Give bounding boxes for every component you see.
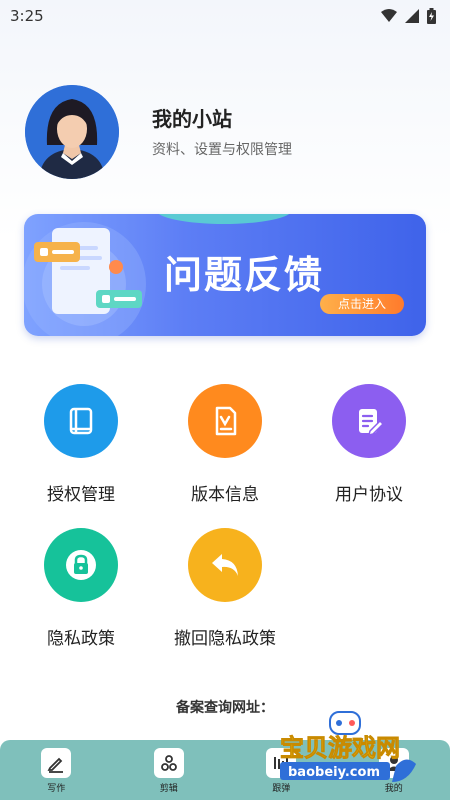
status-time: 3:25 xyxy=(10,7,44,25)
banner-title: 问题反馈 xyxy=(164,253,325,297)
bottom-tab-bar: 写作 剪辑 跟弹 我的 xyxy=(0,740,450,800)
music-icon xyxy=(266,748,297,778)
menu-label-revoke-privacy: 撤回隐私政策 xyxy=(174,629,276,649)
profile-section[interactable]: 我的小站 资料、设置与权限管理 xyxy=(25,85,425,180)
menu-item-revoke-privacy[interactable]: 撤回隐私政策 xyxy=(165,528,285,649)
feedback-banner[interactable]: 问题反馈 点击进入 xyxy=(24,214,426,336)
enter-button[interactable]: 点击进入 xyxy=(320,294,404,314)
tab-play[interactable]: 跟弹 xyxy=(251,746,311,794)
tab-edit[interactable]: 剪辑 xyxy=(139,746,199,794)
tab-write[interactable]: 写作 xyxy=(26,746,86,794)
avatar[interactable] xyxy=(25,85,119,179)
tab-label-write: 写作 xyxy=(47,784,66,794)
tab-label-play: 跟弹 xyxy=(272,784,291,794)
menu-label-privacy: 隐私政策 xyxy=(47,629,115,649)
menu-label-agreement: 用户协议 xyxy=(335,485,403,505)
tab-mine[interactable]: 我的 xyxy=(364,746,424,794)
edit-document-icon xyxy=(332,384,406,458)
signal-icon xyxy=(405,9,419,23)
menu-item-agreement[interactable]: 用户协议 xyxy=(309,384,429,505)
wifi-icon xyxy=(381,9,397,22)
avatar-image xyxy=(25,85,119,179)
undo-icon xyxy=(188,528,262,602)
menu-item-authorization[interactable]: 授权管理 xyxy=(21,384,141,505)
document-check-icon xyxy=(188,384,262,458)
user-icon xyxy=(378,748,409,778)
profile-subtitle: 资料、设置与权限管理 xyxy=(152,142,292,158)
menu-item-version[interactable]: 版本信息 xyxy=(165,384,285,505)
tab-label-edit: 剪辑 xyxy=(159,784,178,794)
menu-item-privacy[interactable]: 隐私政策 xyxy=(21,528,141,649)
battery-icon xyxy=(427,8,436,24)
status-icons xyxy=(381,8,436,24)
profile-title: 我的小站 xyxy=(152,107,232,131)
record-query-label: 备案查询网址： xyxy=(176,700,274,716)
status-bar: 3:25 xyxy=(0,0,450,32)
lock-icon xyxy=(44,528,118,602)
tab-label-mine: 我的 xyxy=(384,784,403,794)
pen-icon xyxy=(41,748,72,778)
book-icon xyxy=(44,384,118,458)
menu-label-version: 版本信息 xyxy=(191,485,259,505)
scissors-icon xyxy=(153,748,184,778)
menu-label-authorization: 授权管理 xyxy=(47,485,115,505)
